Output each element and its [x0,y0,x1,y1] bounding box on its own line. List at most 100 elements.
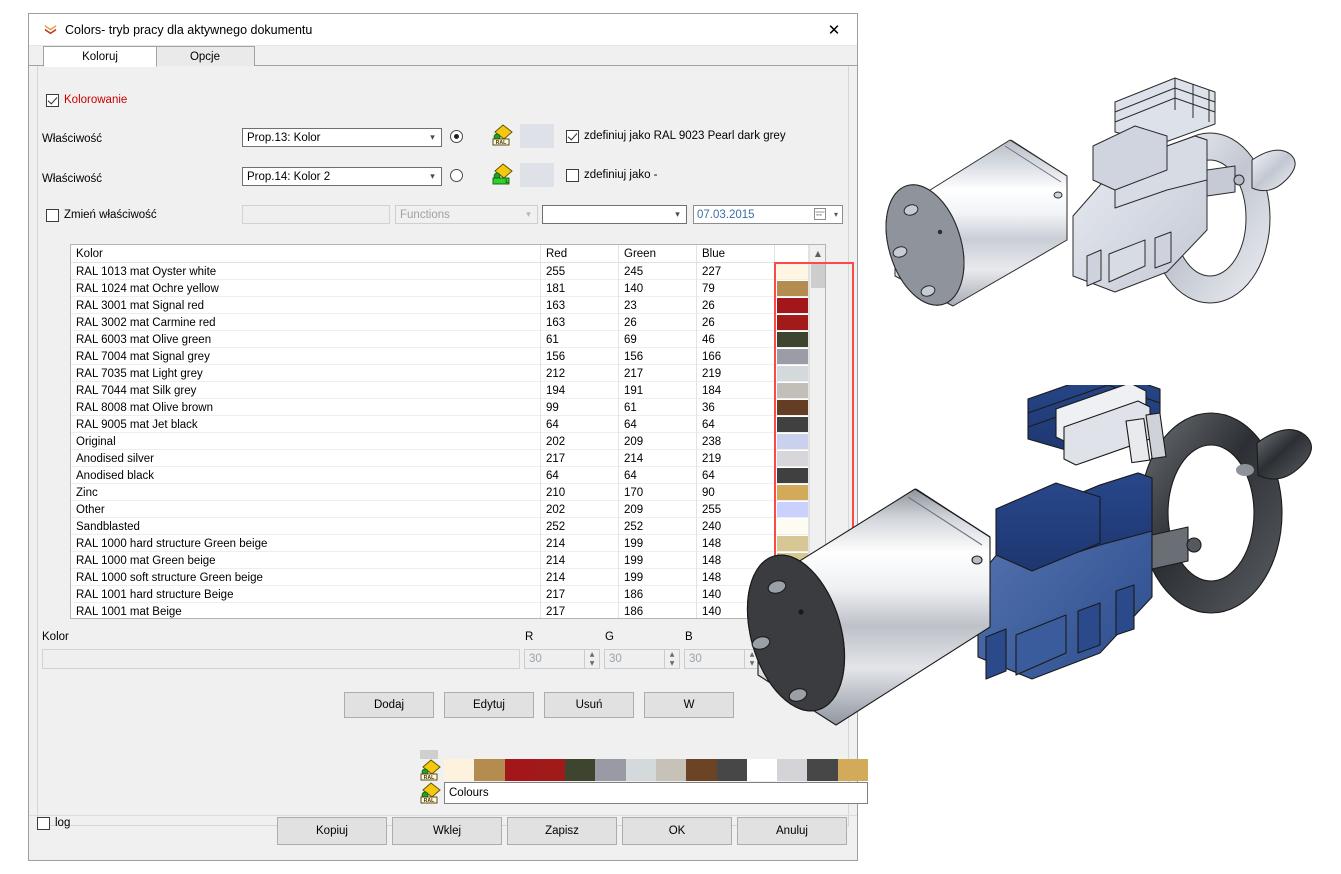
extra-combo[interactable]: ▾ [542,205,687,224]
table-row[interactable]: RAL 3002 mat Carmine red 163 26 26 [71,314,825,331]
cell-g: 26 [624,316,637,329]
cell-name: Other [76,503,105,516]
log-checkbox[interactable] [37,817,50,830]
change-property-input[interactable] [242,205,390,224]
cell-name: RAL 1001 hard structure Beige [76,588,234,601]
cell-r: 194 [546,384,566,397]
copy-button[interactable]: Kopiuj [277,817,387,845]
paste-button[interactable]: Wklej [392,817,502,845]
svg-text:RAL: RAL [424,798,435,804]
editor-r-stepper[interactable]: 30 ▲ ▼ [524,649,600,669]
colorize-checkbox[interactable] [46,94,59,107]
cell-name: RAL 6003 mat Olive green [76,333,212,346]
functions-combo[interactable]: Functions ▾ [395,205,538,224]
cell-name: RAL 7044 mat Silk grey [76,384,197,397]
color-preview-2 [520,163,554,187]
table-row[interactable]: RAL 7035 mat Light grey 212 217 219 [71,365,825,382]
cell-name: Original [76,435,116,448]
ral-icon-2[interactable]: L [492,163,514,185]
palette-tab-handle[interactable] [420,750,438,759]
change-property-checkbox[interactable] [46,209,59,222]
cell-r: 217 [546,452,566,465]
cell-name: RAL 3001 mat Signal red [76,299,205,312]
col-divider [618,245,619,618]
table-row[interactable]: RAL 1013 mat Oyster white 255 245 227 [71,263,825,280]
cell-r: 212 [546,367,566,380]
cell-r: 252 [546,520,566,533]
cell-r: 210 [546,486,566,499]
date-value: 07.03.2015 [697,208,755,221]
cell-g: 140 [624,282,644,295]
colorize-label: Kolorowanie [64,94,128,106]
cell-r: 214 [546,554,566,567]
save-button[interactable]: Zapisz [507,817,617,845]
cell-g: 156 [624,350,644,363]
editor-g-label: G [605,631,614,643]
col-header-green[interactable]: Green [619,245,697,263]
table-row[interactable]: RAL 1024 mat Ochre yellow 181 140 79 [71,280,825,297]
add-button[interactable]: Dodaj [344,692,434,718]
cell-r: 64 [546,418,559,431]
cell-g: 23 [624,299,637,312]
cell-b: 227 [702,265,722,278]
palette-swatch[interactable] [565,759,596,781]
colours-label: Colours [449,787,489,799]
property1-combo[interactable]: Prop.13: Kolor ▾ [242,128,442,147]
cell-r: 163 [546,299,566,312]
editor-color-input[interactable] [42,649,520,669]
cell-name: RAL 1013 mat Oyster white [76,265,217,278]
cell-name: Anodised black [76,469,154,482]
property2-label: Właściwość [42,173,103,185]
property2-radio[interactable] [450,169,463,182]
cell-r: 156 [546,350,566,363]
cell-name: RAL 3002 mat Carmine red [76,316,216,329]
cell-b: 79 [702,282,715,295]
define-as-2-checkbox[interactable] [566,169,579,182]
palette-swatch[interactable] [534,759,566,781]
editor-r-label: R [525,631,534,643]
col-header-red[interactable]: Red [541,245,619,263]
palette-swatch[interactable] [474,759,505,781]
tab-opcje[interactable]: Opcje [155,46,255,67]
tab-koloruj[interactable]: Koloruj [43,46,157,67]
col-header-blue[interactable]: Blue [697,245,775,263]
define-as-1-checkbox[interactable] [566,130,579,143]
delete-button[interactable]: Usuń [544,692,634,718]
stepper-buttons[interactable]: ▲ ▼ [584,650,599,668]
table-row[interactable]: RAL 7004 mat Signal grey 156 156 166 [71,348,825,365]
cell-name: RAL 8008 mat Olive brown [76,401,214,414]
editor-r-value: 30 [529,653,542,665]
ral-icon-palette-1[interactable]: RAL [420,759,442,781]
ral-icon-palette-2[interactable]: RAL [420,782,442,804]
cell-r: 61 [546,333,559,346]
cad-render-blue [746,385,1312,726]
property1-radio[interactable] [450,130,463,143]
property1-label: Właściwość [42,133,103,145]
chevron-down-icon: ▾ [675,209,680,220]
cell-name: RAL 1024 mat Ochre yellow [76,282,219,295]
table-row[interactable]: RAL 3001 mat Signal red 163 23 26 [71,297,825,314]
cell-r: 64 [546,469,559,482]
palette-swatch[interactable] [444,759,475,781]
window-title: Colors- tryb pracy dla aktywnego dokumen… [65,22,313,37]
cell-b: 166 [702,350,722,363]
palette-swatch[interactable] [625,759,656,781]
table-header: Kolor Red Green Blue [71,245,825,263]
svg-text:RAL: RAL [424,775,435,781]
stepper-up-icon[interactable]: ▲ [585,650,599,659]
cell-name: RAL 9005 mat Jet black [76,418,198,431]
table-row[interactable]: RAL 6003 mat Olive green 61 69 46 [71,331,825,348]
col-header-kolor[interactable]: Kolor [71,245,541,263]
edit-button[interactable]: Edytuj [444,692,534,718]
log-label: log [55,817,71,829]
ral-icon-1[interactable]: RAL [492,124,514,146]
tab-koloruj-label: Koloruj [82,50,118,63]
cell-g: 69 [624,333,637,346]
property2-combo[interactable]: Prop.14: Kolor 2 ▾ [242,167,442,186]
palette-swatch[interactable] [595,759,626,781]
palette-swatch[interactable] [504,759,535,781]
cell-name: Sandblasted [76,520,140,533]
svg-text:RAL: RAL [496,140,507,146]
cell-r: 99 [546,401,559,414]
stepper-down-icon[interactable]: ▼ [585,659,599,668]
